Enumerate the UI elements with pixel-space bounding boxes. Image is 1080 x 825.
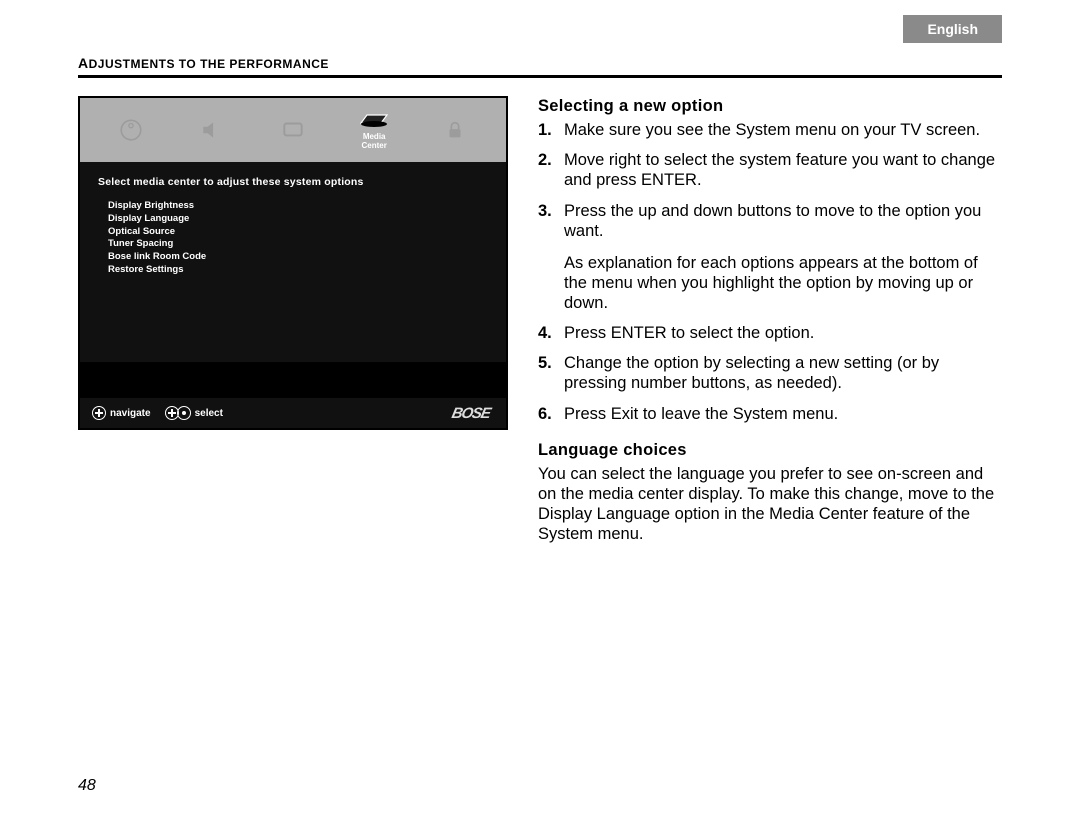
media-center-label: Media Center (361, 133, 386, 151)
steps-list: 1. Make sure you see the System menu on … (538, 120, 1002, 241)
step-item: 3. Press the up and down buttons to move… (538, 201, 1002, 241)
step-number: 3. (538, 201, 564, 241)
tv-option: Display Language (108, 213, 488, 226)
tv-instruction: Select media center to adjust these syst… (98, 176, 488, 188)
step-number: 1. (538, 120, 564, 140)
tv-icon-bar: Media Center (80, 98, 506, 162)
step-text: Make sure you see the System menu on you… (564, 120, 1002, 140)
dpad-icon (92, 406, 106, 420)
step-item: 2. Move right to select the system featu… (538, 150, 1002, 190)
instruction-column: Selecting a new option 1. Make sure you … (538, 96, 1002, 550)
step-number: 4. (538, 323, 564, 343)
language-paragraph: You can select the language you prefer t… (538, 464, 1002, 545)
display-icon (265, 117, 321, 143)
heading-selecting: Selecting a new option (538, 96, 1002, 116)
step-number: 6. (538, 404, 564, 424)
step-text: Change the option by selecting a new set… (564, 353, 1002, 393)
media-center-icon: Media Center (346, 109, 402, 151)
footer-navigate-label: navigate (110, 408, 151, 419)
tv-gap (80, 362, 506, 398)
tv-option-list: Display Brightness Display Language Opti… (98, 200, 488, 277)
language-tab: English (903, 15, 1002, 43)
tv-option: Restore Settings (108, 264, 488, 277)
select-icon (177, 406, 191, 420)
step-item: 1. Make sure you see the System menu on … (538, 120, 1002, 140)
step-explanation: As explanation for each options appears … (564, 253, 1002, 313)
tv-option: Tuner Spacing (108, 238, 488, 251)
speaker-icon (184, 117, 240, 143)
step-text: Move right to select the system feature … (564, 150, 1002, 190)
tv-option: Bose link Room Code (108, 251, 488, 264)
footer-select-label: select (195, 408, 223, 419)
tv-menu-body: Select media center to adjust these syst… (80, 162, 506, 362)
step-item: 5. Change the option by selecting a new … (538, 353, 1002, 393)
step-item: 4. Press ENTER to select the option. (538, 323, 1002, 343)
step-text: Press Exit to leave the System menu. (564, 404, 1002, 424)
step-item: 6. Press Exit to leave the System menu. (538, 404, 1002, 424)
step-number: 2. (538, 150, 564, 190)
section-header: Adjustments to the performance (78, 55, 1002, 71)
tv-screenshot: Media Center Select media center to adju… (78, 96, 508, 430)
page-number: 48 (78, 777, 96, 795)
step-text: Press ENTER to select the option. (564, 323, 1002, 343)
step-number: 5. (538, 353, 564, 393)
tv-footer: navigate select BOSE (80, 398, 506, 428)
section-rule (78, 75, 1002, 78)
heading-language: Language choices (538, 440, 1002, 460)
tv-option: Optical Source (108, 226, 488, 239)
tv-option: Display Brightness (108, 200, 488, 213)
power-icon (103, 117, 159, 143)
lock-icon (427, 117, 483, 143)
step-text: Press the up and down buttons to move to… (564, 201, 1002, 241)
bose-logo: BOSE (450, 405, 495, 422)
steps-list-cont: 4. Press ENTER to select the option. 5. … (538, 323, 1002, 424)
